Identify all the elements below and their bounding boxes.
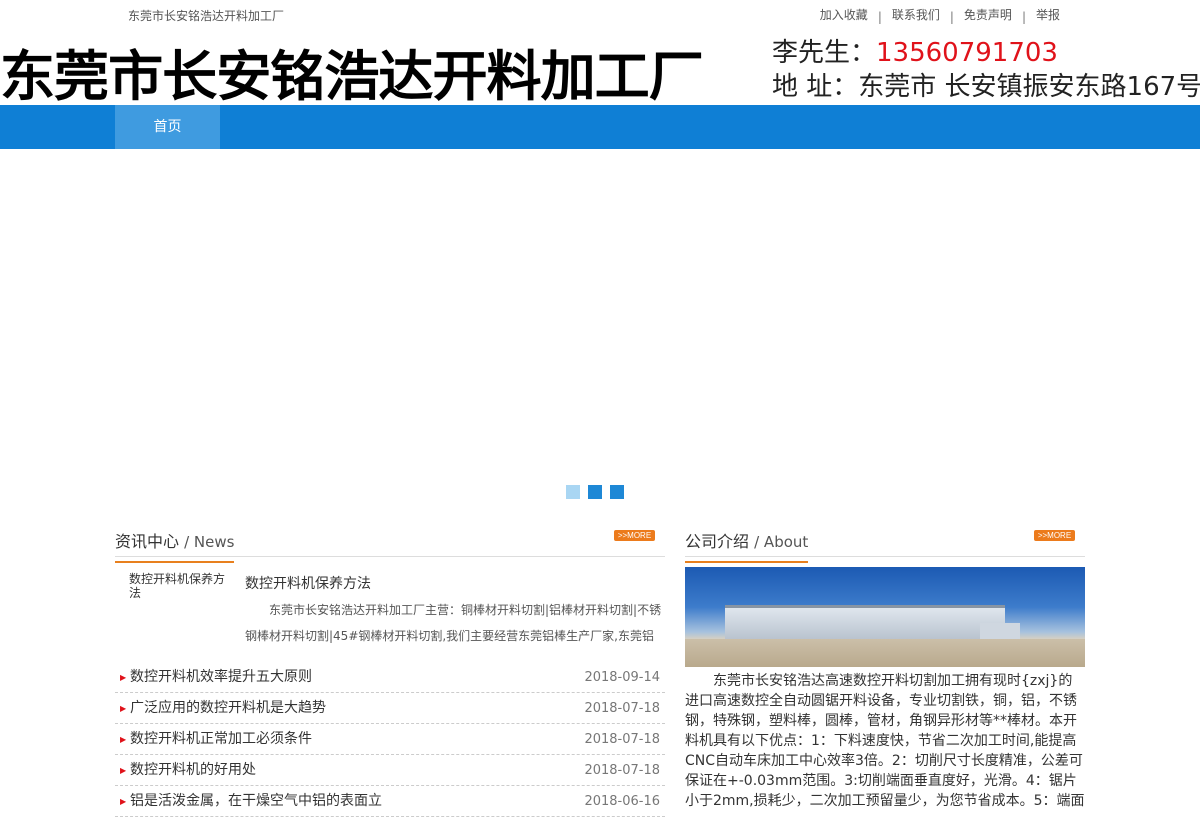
bullet-icon: ▶ <box>120 735 127 744</box>
address-line: 地 址：东莞市 长安镇振安东路167号 <box>772 70 1200 104</box>
bullet-icon: ▶ <box>120 704 127 713</box>
banner-slider <box>0 149 1200 519</box>
about-title-cn: 公司介绍 <box>685 532 750 551</box>
report-link[interactable]: 举报 <box>1036 6 1060 23</box>
contact-line: 李先生：13560791703 <box>772 36 1200 70</box>
news-title-cn: 资讯中心 <box>115 532 180 551</box>
add-favorite-link[interactable]: 加入收藏 <box>820 6 868 23</box>
contact-label: 李先生： <box>772 38 877 68</box>
slider-dot-2[interactable] <box>588 485 602 499</box>
news-item-title[interactable]: 数控开料机效率提升五大原则 <box>130 662 312 693</box>
news-title-en: / News <box>184 533 235 551</box>
site-name: 东莞市长安铭浩达开料加工厂 <box>128 9 285 23</box>
news-item-date: 2018-09-14 <box>584 670 660 685</box>
logo[interactable]: 东莞市长安铭浩达开料加工厂 <box>0 32 704 105</box>
slider-dot-1[interactable] <box>566 485 580 499</box>
about-section: 公司介绍 / About >>MORE 东莞市长安铭浩达高速数控开料切割加工拥有… <box>685 522 1085 811</box>
header: 东莞市长安铭浩达开料加工厂 李先生：13560791703 地 址：东莞市 长安… <box>0 30 1200 105</box>
featured-description: 东莞市长安铭浩达开料加工厂主营：铜棒材开料切割|铝棒材开料切割|不锈钢棒材开料切… <box>245 603 662 643</box>
featured-news: 数控开料机保养方法 数控开料机保养方法 东莞市长安铭浩达开料加工厂主营：铜棒材开… <box>115 557 665 662</box>
news-item-title[interactable]: 数控开料机的好用处 <box>130 755 256 786</box>
address-label: 地 址： <box>772 72 859 102</box>
bullet-icon: ▶ <box>120 766 127 775</box>
about-title: 公司介绍 / About <box>685 528 809 563</box>
top-links: 加入收藏 | 联系我们 | 免责声明 | 举报 <box>820 6 1060 24</box>
slider-dot-3[interactable] <box>610 485 624 499</box>
news-more-button[interactable]: >>MORE <box>614 530 655 541</box>
contact-info: 李先生：13560791703 地 址：东莞市 长安镇振安东路167号 <box>772 36 1200 104</box>
contact-us-link[interactable]: 联系我们 <box>892 6 940 23</box>
topbar: 东莞市长安铭浩达开料加工厂 加入收藏 | 联系我们 | 免责声明 | 举报 <box>0 0 1200 30</box>
featured-thumbnail[interactable]: 数控开料机保养方法 <box>129 572 229 600</box>
list-item[interactable]: ▶ 铝是活泼金属，在干燥空气中铝的表面立 2018-06-16 <box>115 786 665 817</box>
ground <box>685 639 1085 667</box>
about-header: 公司介绍 / About >>MORE <box>685 522 1085 563</box>
list-item[interactable]: ▶ 数控开料机效率提升五大原则 2018-09-14 <box>115 662 665 693</box>
address: 东莞市 长安镇振安东路167号 <box>858 72 1200 102</box>
slider-dots <box>566 485 632 499</box>
about-title-en: / About <box>754 533 809 551</box>
news-item-title[interactable]: 铝是活泼金属，在干燥空气中铝的表面立 <box>130 786 382 817</box>
news-header: 资讯中心 / News >>MORE <box>115 522 665 563</box>
news-item-title[interactable]: 广泛应用的数控开料机是大趋势 <box>130 693 326 724</box>
bullet-icon: ▶ <box>120 673 127 682</box>
divider: | <box>949 10 954 24</box>
nav-item-home[interactable]: 首页 <box>115 105 220 149</box>
list-item[interactable]: ▶ 数控开料机正常加工必须条件 2018-07-18 <box>115 724 665 755</box>
featured-title[interactable]: 数控开料机保养方法 <box>245 573 371 593</box>
about-more-button[interactable]: >>MORE <box>1034 530 1075 541</box>
news-item-title[interactable]: 数控开料机正常加工必须条件 <box>130 724 312 755</box>
factory-building <box>725 605 1005 639</box>
news-list: ▶ 数控开料机效率提升五大原则 2018-09-14 ▶ 广泛应用的数控开料机是大趋势… <box>115 662 665 817</box>
news-item-date: 2018-07-18 <box>584 701 660 716</box>
disclaimer-link[interactable]: 免责声明 <box>964 6 1012 23</box>
bullet-icon: ▶ <box>120 797 127 806</box>
divider: | <box>1021 10 1026 24</box>
news-item-date: 2018-07-18 <box>584 763 660 778</box>
news-item-date: 2018-07-18 <box>584 732 660 747</box>
divider: | <box>877 10 882 24</box>
news-item-date: 2018-06-16 <box>584 794 660 809</box>
news-section: 资讯中心 / News >>MORE 数控开料机保养方法 数控开料机保养方法 东… <box>115 522 665 817</box>
phone-number: 13560791703 <box>876 38 1058 68</box>
factory-image <box>685 567 1085 667</box>
main-nav: 首页 <box>0 105 1200 149</box>
about-text: 东莞市长安铭浩达高速数控开料切割加工拥有现时{zxj}的进口高速数控全自动圆锯开… <box>685 673 1085 809</box>
list-item[interactable]: ▶ 数控开料机的好用处 2018-07-18 <box>115 755 665 786</box>
list-item[interactable]: ▶ 广泛应用的数控开料机是大趋势 2018-07-18 <box>115 693 665 724</box>
